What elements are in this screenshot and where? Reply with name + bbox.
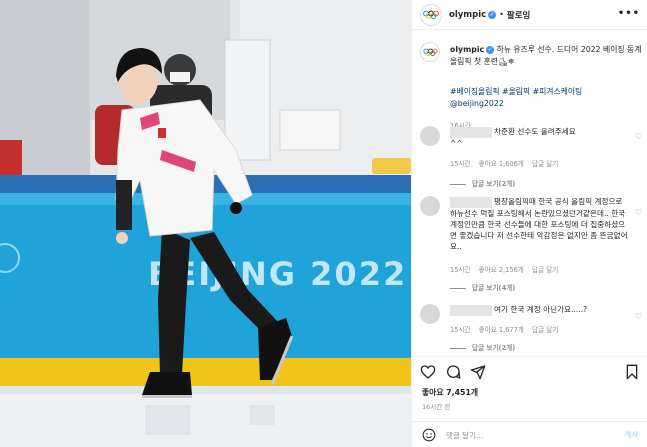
caption-hashtags: #베이징올림픽 #올림픽 #피겨스케이팅 @beijing2022 [450, 86, 642, 110]
comment-icon[interactable] [445, 364, 461, 380]
post-photo[interactable]: BEIJING 2022 [0, 0, 411, 447]
comment-username-redacted[interactable] [450, 196, 492, 208]
reply-button[interactable]: 답글 달기 [532, 326, 558, 334]
avatar[interactable] [420, 196, 440, 216]
instagram-post: BEIJING 2022 olympic ✓ • 팔로잉 ••• olympic… [0, 0, 647, 447]
comment-body-line2: ^^ [450, 138, 463, 148]
comment-time: 15시간 [450, 266, 471, 274]
comment-username-redacted[interactable] [450, 126, 492, 138]
caption-text: olympic ✓ 하뉴 유즈루 선수. 드디어 2022 베이징 동계올림픽 첫… [450, 44, 642, 68]
comment-likes[interactable]: 좋아요 1,606개 [479, 160, 524, 168]
reply-button[interactable]: 답글 달기 [532, 160, 558, 168]
like-heart-icon[interactable]: ♡ [635, 208, 642, 217]
emoji-icon[interactable] [422, 428, 436, 442]
comment-input[interactable] [446, 427, 606, 443]
comment-username-redacted[interactable] [450, 304, 492, 316]
view-replies-label: 답글 보기(2개) [472, 180, 516, 188]
likes-count[interactable]: 좋아요 7,451개 [422, 387, 478, 398]
skater-photo-illustration: BEIJING 2022 [0, 0, 411, 447]
comment-meta: 15시간 좋아요 2,156개 답글 달기 [450, 264, 564, 274]
verified-badge-icon: ✓ [488, 10, 497, 19]
avatar[interactable] [420, 3, 442, 26]
comment-body: 여기 한국 계정 아닌가요.....? [494, 305, 588, 314]
caption-username[interactable]: olympic [450, 45, 484, 54]
post-timestamp: 16시간 전 [422, 403, 451, 411]
olympic-rings-icon [423, 10, 439, 19]
comment-text: 차준환 선수도 올려주세요 ^^ [450, 126, 630, 149]
post-action-bar [412, 356, 647, 386]
comment-meta: 15시간 좋아요 1,677개 답글 달기 [450, 324, 564, 334]
header-separator: • [499, 10, 504, 19]
comment-form: 게시 [412, 421, 647, 447]
comment-body: 차준환 선수도 올려주세요 [494, 127, 576, 136]
following-button[interactable]: 팔로잉 [507, 9, 530, 21]
replies-divider [450, 287, 466, 289]
bookmark-icon[interactable] [624, 364, 640, 380]
more-horizontal-icon[interactable]: ••• [618, 8, 640, 19]
hashtag-links[interactable]: #베이징올림픽 #올림픽 #피겨스케이팅 [450, 86, 642, 98]
post-side-panel: olympic ✓ • 팔로잉 ••• olympic ✓ 하뉴 유즈루 선수.… [411, 0, 647, 447]
comment-time: 15시간 [450, 160, 471, 168]
comments-scroll-area[interactable]: olympic ✓ 하뉴 유즈루 선수. 드디어 2022 베이징 동계올림픽 첫… [412, 30, 647, 356]
replies-divider [450, 347, 466, 349]
avatar[interactable] [420, 304, 440, 324]
replies-divider [450, 183, 466, 185]
view-replies-label: 답글 보기(4개) [472, 284, 516, 292]
comment-text: 여기 한국 계정 아닌가요.....? [450, 304, 630, 316]
comment-text: 평창올림픽때 한국 공식 올림픽 계정으로 하뉴선수 먹질 포스팅해서 논란있으… [450, 196, 630, 252]
caption-avatar[interactable] [420, 42, 440, 62]
header-username[interactable]: olympic [449, 10, 486, 20]
comment-meta: 15시간 좋아요 1,606개 답글 달기 [450, 158, 564, 168]
verified-badge-icon: ✓ [486, 46, 495, 54]
like-heart-icon[interactable]: ♡ [635, 312, 642, 321]
comment-likes[interactable]: 좋아요 2,156개 [479, 266, 524, 274]
reply-button[interactable]: 답글 달기 [532, 266, 558, 274]
like-heart-icon[interactable]: ♡ [635, 132, 642, 141]
mention-link[interactable]: @beijing2022 [450, 98, 642, 110]
view-replies-button[interactable]: 답글 보기(2개) [450, 178, 515, 188]
olympic-rings-icon [422, 48, 438, 56]
heart-icon[interactable] [420, 364, 436, 380]
share-icon[interactable] [470, 364, 486, 380]
post-header: olympic ✓ • 팔로잉 ••• [412, 0, 647, 30]
comment-likes[interactable]: 좋아요 1,677개 [479, 326, 524, 334]
view-replies-button[interactable]: 답글 보기(4개) [450, 282, 515, 292]
view-replies-button[interactable]: 답글 보기(2개) [450, 342, 515, 352]
avatar[interactable] [420, 126, 440, 146]
comment-time: 15시간 [450, 326, 471, 334]
view-replies-label: 답글 보기(2개) [472, 344, 516, 352]
post-comment-button[interactable]: 게시 [624, 429, 638, 440]
